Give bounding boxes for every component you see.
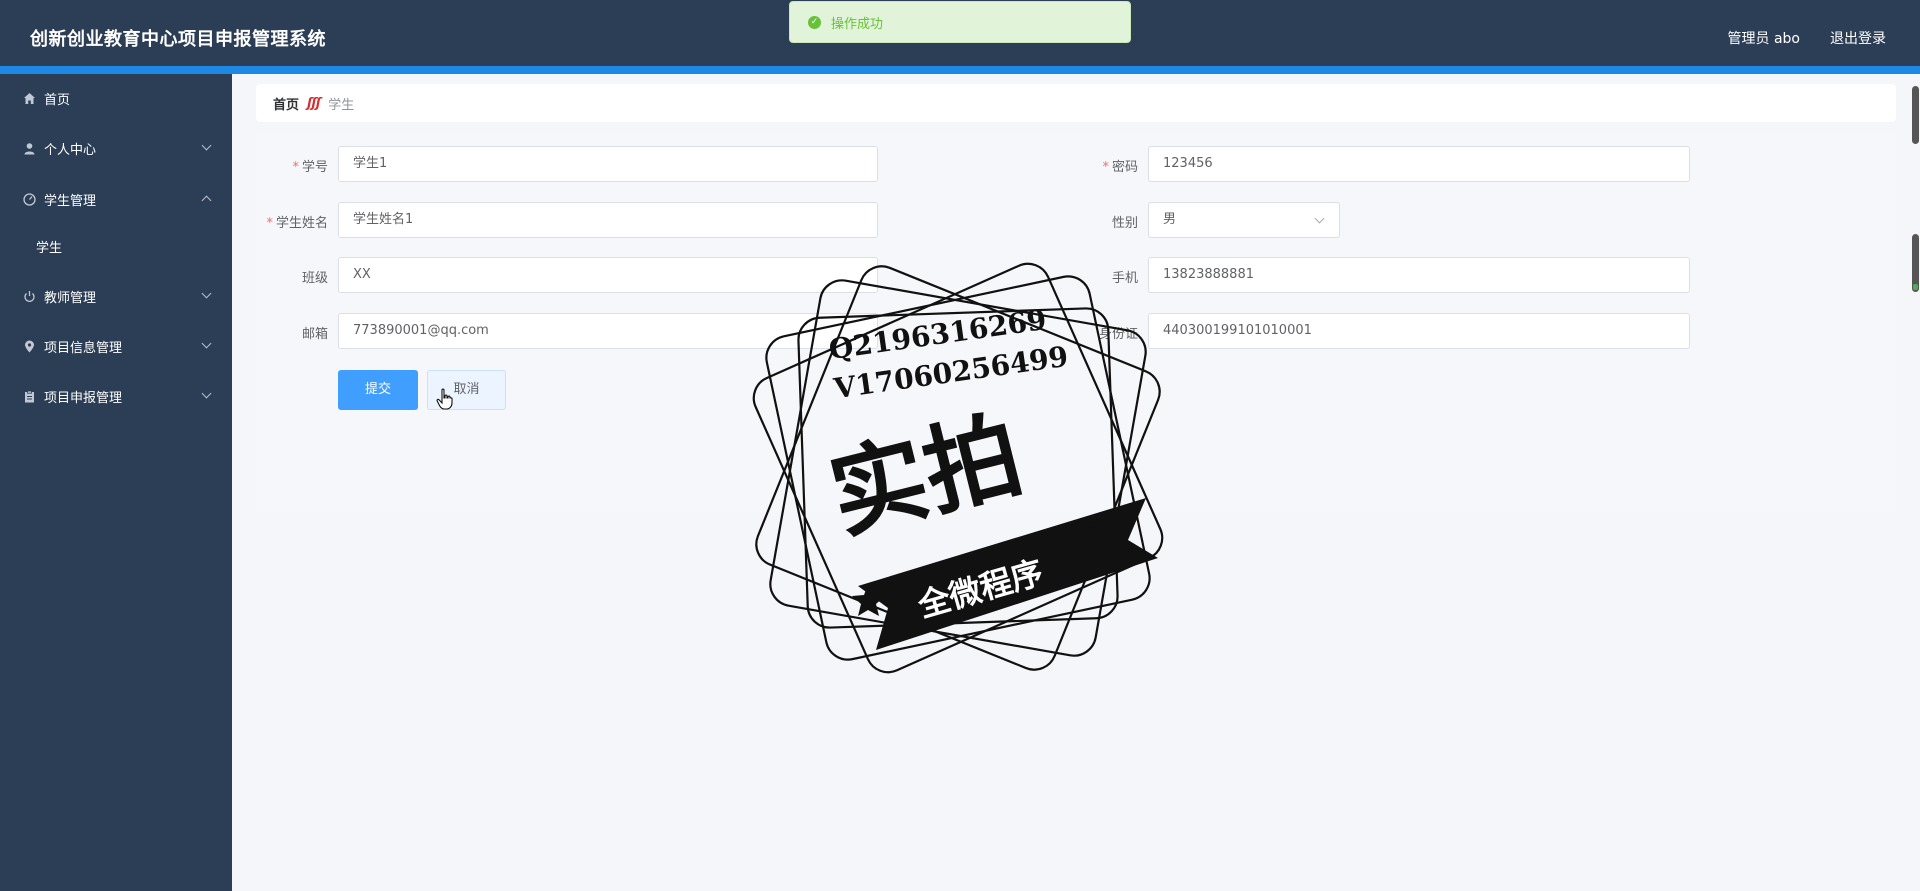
check-circle-icon: ✓ bbox=[808, 15, 821, 29]
id-card-field[interactable]: 440300199101010001 bbox=[1148, 313, 1690, 349]
student-id-label: * 学号 bbox=[292, 160, 328, 175]
chevron-down-icon bbox=[201, 288, 212, 299]
power-icon bbox=[22, 289, 36, 303]
submit-button[interactable]: 提交 bbox=[338, 370, 418, 410]
sidebar-subitem-student[interactable]: 学生 bbox=[0, 228, 232, 264]
sidebar: 首页 个人中心 学生管理 学生 教师管理 项目信息管理 项目申报管理 bbox=[0, 74, 232, 891]
sidebar-item-home[interactable]: 首页 bbox=[0, 80, 232, 116]
sidebar-item-label: 首页 bbox=[44, 92, 71, 108]
logout-link[interactable]: 退出登录 bbox=[1830, 28, 1886, 48]
password-field[interactable]: 123456 bbox=[1148, 146, 1690, 182]
class-label: 班级 bbox=[301, 271, 328, 286]
phone-label: 手机 bbox=[1111, 271, 1138, 286]
header-accent-bar bbox=[0, 66, 1920, 74]
page-scrollbar[interactable] bbox=[1911, 86, 1920, 891]
scroll-indicator bbox=[1913, 284, 1918, 290]
student-name-field[interactable]: 学生姓名1 bbox=[338, 202, 878, 238]
home-icon bbox=[22, 91, 36, 105]
current-user-label: 管理员 abo bbox=[1727, 31, 1800, 47]
sidebar-item-label: 项目信息管理 bbox=[44, 340, 123, 356]
sidebar-item-label: 个人中心 bbox=[44, 142, 97, 158]
student-id-field[interactable]: 学生1 bbox=[338, 146, 878, 182]
gender-selected-value: 男 bbox=[1163, 212, 1177, 227]
main-content: 首页 ʃʃʃ 学生 bbox=[232, 74, 1920, 891]
gender-select[interactable]: 男 bbox=[1148, 202, 1340, 238]
hand-pointer-icon bbox=[436, 388, 454, 416]
phone-field[interactable]: 13823888881 bbox=[1148, 257, 1690, 293]
breadcrumb: 首页 ʃʃʃ 学生 bbox=[256, 84, 1896, 122]
gender-label: 性别 bbox=[1111, 216, 1138, 231]
password-label: * 密码 bbox=[1102, 160, 1138, 175]
breadcrumb-separator-icon: ʃʃʃ bbox=[307, 95, 321, 111]
sidebar-item-label: 项目申报管理 bbox=[44, 390, 123, 406]
breadcrumb-current: 学生 bbox=[328, 97, 355, 113]
success-toast: ✓ 操作成功 bbox=[789, 1, 1131, 43]
user-icon bbox=[22, 141, 36, 155]
sidebar-item-label: 学生管理 bbox=[44, 193, 97, 209]
email-label: 邮箱 bbox=[301, 327, 328, 342]
clipboard-icon bbox=[22, 389, 36, 403]
chevron-down-icon bbox=[201, 388, 212, 399]
app-title: 创新创业教育中心项目申报管理系统 bbox=[30, 29, 326, 50]
sidebar-item-label: 学生 bbox=[36, 240, 63, 256]
toast-message: 操作成功 bbox=[831, 16, 884, 32]
chevron-down-icon bbox=[201, 140, 212, 151]
breadcrumb-home[interactable]: 首页 bbox=[273, 94, 299, 113]
sidebar-item-label: 教师管理 bbox=[44, 290, 97, 306]
chevron-up-icon bbox=[201, 195, 212, 206]
chevron-down-icon bbox=[1314, 213, 1325, 224]
email-field[interactable]: 773890001@qq.com bbox=[338, 313, 878, 349]
location-icon bbox=[22, 339, 36, 353]
student-name-label: * 学生姓名 bbox=[266, 216, 328, 231]
id-card-label: 身份证 bbox=[1098, 327, 1138, 342]
dashboard-icon bbox=[22, 192, 36, 206]
sidebar-item-project-application-management[interactable]: 项目申报管理 bbox=[0, 378, 232, 414]
class-field[interactable]: XX bbox=[338, 257, 878, 293]
scroll-thumb[interactable] bbox=[1912, 86, 1919, 144]
